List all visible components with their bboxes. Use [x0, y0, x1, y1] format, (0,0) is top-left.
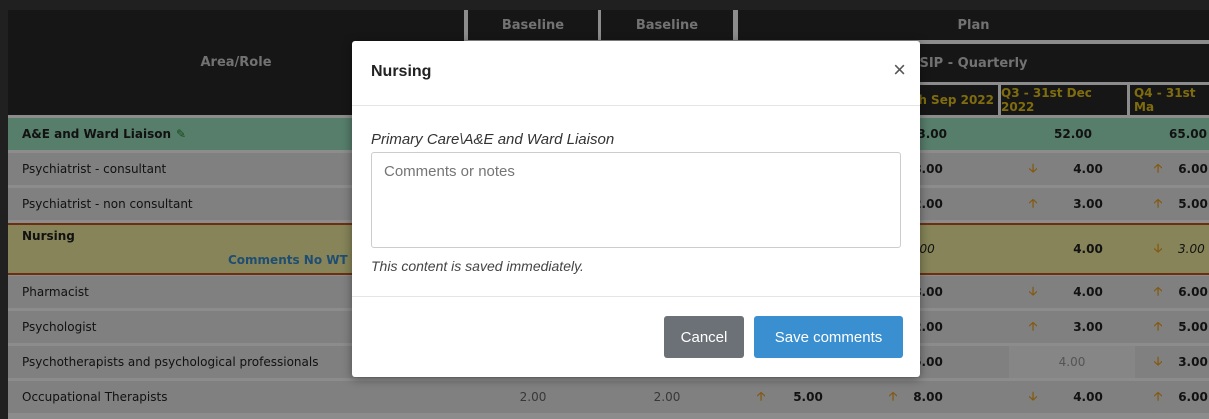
path-label: Primary Care\A&E and Ward Liaison: [371, 131, 615, 148]
close-icon[interactable]: ×: [893, 59, 906, 81]
cancel-button[interactable]: Cancel: [664, 316, 744, 358]
modal-body: Primary Care\A&E and Ward Liaison This c…: [352, 106, 920, 296]
save-comments-button[interactable]: Save comments: [754, 316, 903, 358]
comments-input[interactable]: [371, 152, 901, 248]
modal-footer: Cancel Save comments: [352, 296, 920, 377]
modal-title: Nursing: [371, 63, 432, 80]
saved-note: This content is saved immediately.: [371, 258, 584, 274]
modal-header: Nursing ×: [352, 41, 920, 106]
comments-modal: Nursing × Primary Care\A&E and Ward Liai…: [352, 41, 920, 377]
